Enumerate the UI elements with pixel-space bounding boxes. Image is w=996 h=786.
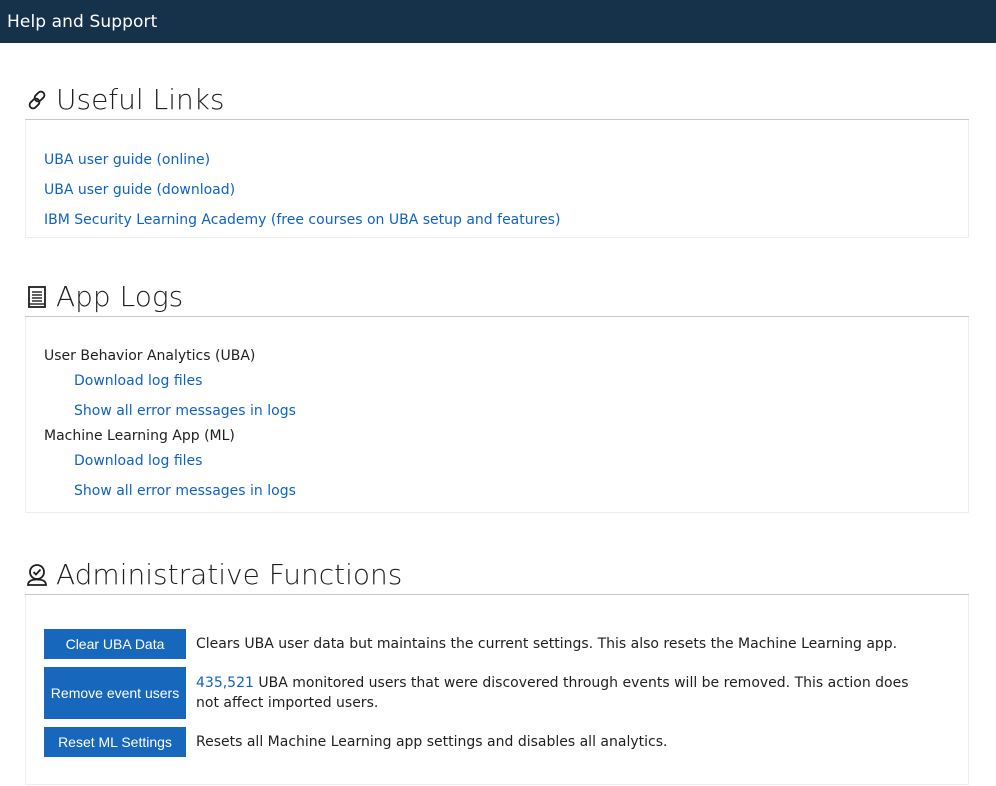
remove-event-users-button[interactable]: Remove event users bbox=[44, 667, 186, 719]
section-title: Administrative Functions bbox=[56, 557, 403, 591]
action-description-text: UBA monitored users that were discovered… bbox=[196, 675, 909, 711]
action-description: Resets all Machine Learning app settings… bbox=[196, 734, 668, 750]
ml-download-logs-link[interactable]: Download log files bbox=[74, 453, 950, 483]
page-title: Help and Support bbox=[7, 11, 158, 32]
action-description: Clears UBA user data but maintains the c… bbox=[196, 636, 898, 652]
ml-show-errors-link[interactable]: Show all error messages in logs bbox=[74, 483, 950, 513]
log-group-title: User Behavior Analytics (UBA) bbox=[44, 348, 256, 364]
link-icon bbox=[25, 88, 49, 112]
app-logs-section: App Logs User Behavior Analytics (UBA) D… bbox=[25, 277, 969, 513]
uba-guide-download-link[interactable]: UBA user guide (download) bbox=[44, 182, 950, 212]
section-header: Useful Links bbox=[25, 80, 969, 120]
ml-log-group: Machine Learning App (ML) Download log f… bbox=[44, 428, 950, 513]
admin-functions-section: Administrative Functions Clear UBA Data … bbox=[25, 555, 969, 785]
section-title: App Logs bbox=[56, 279, 184, 313]
event-users-count: 435,521 bbox=[196, 675, 254, 691]
uba-log-group: User Behavior Analytics (UBA) Download l… bbox=[44, 348, 950, 433]
top-bar: Help and Support bbox=[0, 0, 996, 43]
log-group-title: Machine Learning App (ML) bbox=[44, 428, 235, 444]
document-icon bbox=[25, 285, 49, 309]
app-logs-body: User Behavior Analytics (UBA) Download l… bbox=[25, 317, 969, 513]
reset-ml-settings-button[interactable]: Reset ML Settings bbox=[44, 727, 186, 757]
section-title: Useful Links bbox=[56, 82, 225, 116]
uba-guide-online-link[interactable]: UBA user guide (online) bbox=[44, 152, 950, 182]
admin-action-row: Reset ML Settings Resets all Machine Lea… bbox=[44, 727, 950, 757]
section-header: App Logs bbox=[25, 277, 969, 317]
section-header: Administrative Functions bbox=[25, 555, 969, 595]
admin-functions-body: Clear UBA Data Clears UBA user data but … bbox=[25, 595, 969, 785]
admin-action-row: Clear UBA Data Clears UBA user data but … bbox=[44, 629, 950, 659]
user-check-icon bbox=[25, 563, 49, 587]
useful-links-list: UBA user guide (online) UBA user guide (… bbox=[25, 120, 969, 238]
useful-links-section: Useful Links UBA user guide (online) UBA… bbox=[25, 80, 969, 238]
learning-academy-link[interactable]: IBM Security Learning Academy (free cour… bbox=[44, 212, 950, 242]
uba-download-logs-link[interactable]: Download log files bbox=[74, 373, 950, 403]
admin-action-row: Remove event users 435,521 UBA monitored… bbox=[44, 667, 950, 719]
action-description: 435,521 UBA monitored users that were di… bbox=[196, 673, 916, 713]
clear-uba-data-button[interactable]: Clear UBA Data bbox=[44, 629, 186, 659]
